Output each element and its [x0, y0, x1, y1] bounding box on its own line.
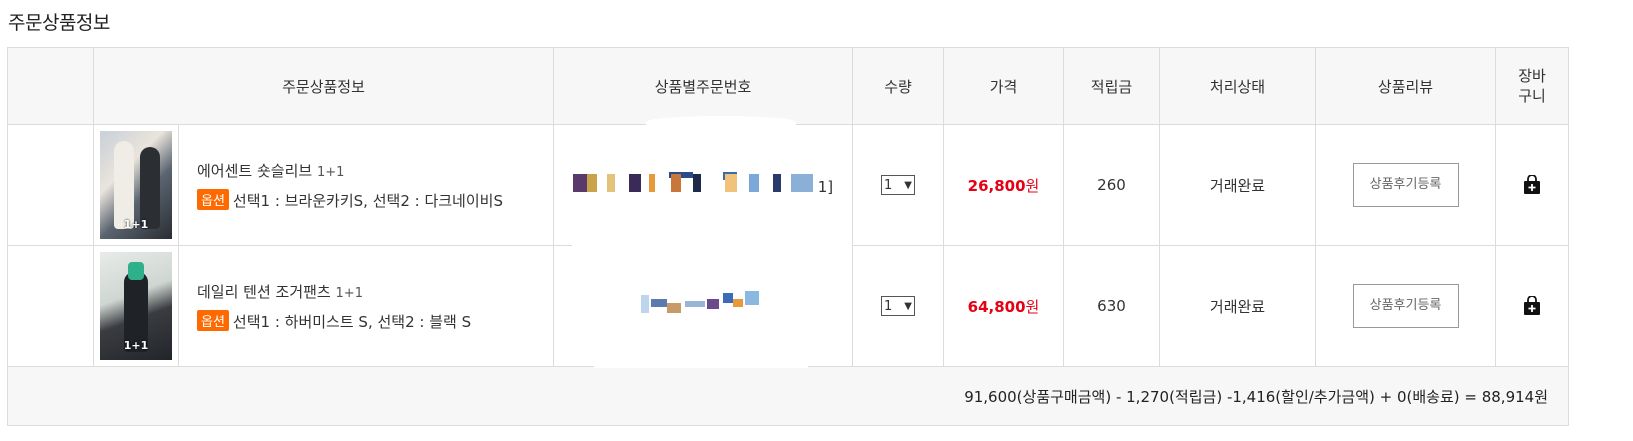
product-option-line: 옵션 선택1 : 브라운카키S, 선택2 : 다크네이비S	[197, 188, 553, 211]
order-number-redacted	[641, 291, 765, 313]
thumbnail-figure	[140, 147, 160, 229]
row-select-cell	[7, 245, 94, 367]
shopping-bag-plus-icon[interactable]	[1496, 175, 1568, 195]
price-unit: 원	[1025, 176, 1040, 195]
thumbnail-badge: 1+1	[123, 218, 149, 231]
chevron-down-icon: ▼	[904, 179, 912, 191]
header-cart-line-1: 장바	[1518, 67, 1546, 85]
quantity-cell: 1 ▼	[852, 245, 944, 367]
quantity-value: 1	[884, 177, 893, 193]
redaction-overlay	[556, 126, 850, 136]
order-number-cell[interactable]: 1]	[553, 124, 853, 246]
header-order-number: 상품별주문번호	[553, 47, 853, 125]
write-review-button[interactable]: 상품후기등록	[1352, 163, 1459, 207]
product-name-link[interactable]: 데일리 텐션 조거팬츠 1+1	[197, 281, 553, 302]
option-text: 선택1 : 브라운카키S, 선택2 : 다크네이비S	[232, 191, 503, 210]
table-row: 1+1 데일리 텐션 조거팬츠 1+1 옵션 선택1 : 하버미스트 S, 선택2…	[7, 245, 1569, 367]
redaction-overlay	[572, 240, 852, 246]
product-thumbnail-cell[interactable]: 1+1	[93, 124, 179, 246]
order-total-summary: 91,600(상품구매금액) - 1,270(적립금) -1,416(할인/추가…	[7, 366, 1569, 426]
cart-cell	[1495, 124, 1569, 246]
product-info-cell: 데일리 텐션 조거팬츠 1+1 옵션 선택1 : 하버미스트 S, 선택2 : 블…	[178, 245, 554, 367]
option-tag: 옵션	[197, 309, 229, 331]
price-value: 26,800	[967, 176, 1026, 195]
order-number-redacted	[572, 172, 813, 192]
header-cart-line-2: 구니	[1518, 87, 1546, 105]
thumbnail-badge: 1+1	[123, 339, 149, 352]
header-cart: 장바 구니	[1495, 47, 1569, 125]
header-review: 상품리뷰	[1315, 47, 1496, 125]
product-name: 에어센트 숏슬리브	[197, 161, 313, 180]
header-checkbox-col	[7, 47, 94, 125]
product-name-suffix: 1+1	[335, 285, 363, 301]
price-value: 64,800	[967, 297, 1026, 316]
product-thumbnail[interactable]: 1+1	[100, 252, 172, 360]
review-cell: 상품후기등록	[1315, 124, 1496, 246]
price-cell: 26,800원	[943, 124, 1064, 246]
price-cell: 64,800원	[943, 245, 1064, 367]
thumbnail-figure	[114, 141, 134, 229]
option-text: 선택1 : 하버미스트 S, 선택2 : 블랙 S	[232, 312, 472, 331]
shopping-bag-plus-icon[interactable]	[1496, 296, 1568, 316]
product-thumbnail[interactable]: 1+1	[100, 131, 172, 239]
write-review-button[interactable]: 상품후기등록	[1352, 284, 1459, 328]
quantity-select[interactable]: 1 ▼	[881, 296, 915, 317]
redaction-overlay	[594, 354, 808, 368]
product-option-line: 옵션 선택1 : 하버미스트 S, 선택2 : 블랙 S	[197, 309, 553, 332]
chevron-down-icon: ▼	[904, 300, 912, 312]
product-thumbnail-cell[interactable]: 1+1	[93, 245, 179, 367]
row-select-cell	[7, 124, 94, 246]
order-items-table: 주문상품정보 상품별주문번호 수량 가격 적립금 처리상태 상품리뷰 장바 구니…	[7, 47, 1569, 426]
thumbnail-figure	[128, 262, 144, 280]
cart-cell	[1495, 245, 1569, 367]
header-points: 적립금	[1063, 47, 1160, 125]
order-number-cell[interactable]	[553, 245, 853, 367]
points-cell: 630	[1063, 245, 1160, 367]
summary-row: 91,600(상품구매금액) - 1,270(적립금) -1,416(할인/추가…	[7, 366, 1569, 426]
price-unit: 원	[1025, 297, 1040, 316]
header-quantity: 수량	[852, 47, 944, 125]
product-name: 데일리 텐션 조거팬츠	[197, 282, 331, 301]
section-title: 주문상품정보	[8, 12, 110, 34]
header-product-info: 주문상품정보	[93, 47, 554, 125]
product-name-suffix: 1+1	[316, 164, 345, 180]
table-row: 1+1 에어센트 숏슬리브 1+1 옵션 선택1 : 브라운카키S, 선택2 : …	[7, 124, 1569, 246]
quantity-cell: 1 ▼	[852, 124, 944, 246]
quantity-value: 1	[884, 298, 893, 314]
product-name-link[interactable]: 에어센트 숏슬리브 1+1	[197, 160, 553, 181]
header-status: 처리상태	[1159, 47, 1316, 125]
status-cell: 거래완료	[1159, 245, 1316, 367]
points-cell: 260	[1063, 124, 1160, 246]
review-cell: 상품후기등록	[1315, 245, 1496, 367]
quantity-select[interactable]: 1 ▼	[881, 175, 915, 196]
header-price: 가격	[943, 47, 1064, 125]
option-tag: 옵션	[197, 188, 229, 210]
product-info-cell: 에어센트 숏슬리브 1+1 옵션 선택1 : 브라운카키S, 선택2 : 다크네이…	[178, 124, 554, 246]
order-number-tail: 1]	[817, 178, 834, 196]
status-cell: 거래완료	[1159, 124, 1316, 246]
